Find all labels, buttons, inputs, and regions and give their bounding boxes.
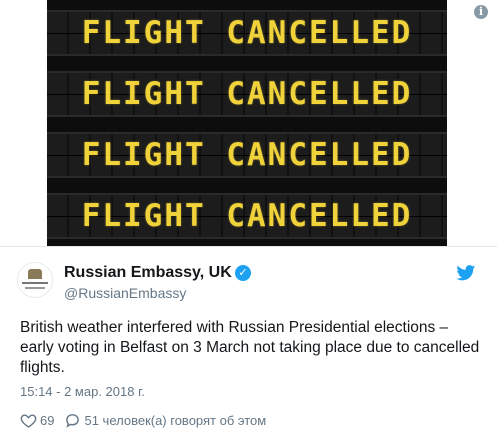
divider: [0, 246, 497, 247]
twitter-bird-icon[interactable]: [456, 265, 476, 281]
author-handle[interactable]: @RussianEmbassy: [64, 285, 186, 301]
likes-count: 69: [40, 413, 55, 428]
tweet-actions: 69 51 человек(а) говорят об этом: [20, 412, 276, 429]
avatar[interactable]: [17, 262, 53, 298]
info-icon[interactable]: i: [474, 5, 488, 19]
tweet-media-image[interactable]: FLIGHT CANCELLED FLIGHT CANCELLED FLIGHT…: [47, 0, 447, 246]
board-row-text: FLIGHT CANCELLED: [81, 15, 413, 51]
board-row-text: FLIGHT CANCELLED: [81, 198, 413, 234]
like-button[interactable]: 69: [20, 412, 54, 429]
board-row: FLIGHT CANCELLED: [47, 71, 447, 117]
board-row-text: FLIGHT CANCELLED: [81, 137, 413, 173]
board-row: FLIGHT CANCELLED: [47, 193, 447, 239]
speech-bubble-icon: [66, 414, 80, 428]
heart-icon: [20, 414, 37, 428]
tweet-timestamp[interactable]: 15:14 - 2 мар. 2018 г.: [20, 384, 145, 399]
author-display-name[interactable]: Russian Embassy, UK: [64, 264, 232, 282]
tweet-text: British weather interfered with Russian …: [20, 319, 480, 376]
replies-label: 51 человек(а) говорят об этом: [84, 413, 267, 428]
verified-badge-icon: ✓: [235, 265, 251, 281]
reply-button[interactable]: 51 человек(а) говорят об этом: [64, 412, 266, 429]
board-row-text: FLIGHT CANCELLED: [81, 76, 413, 112]
board-row: FLIGHT CANCELLED: [47, 132, 447, 178]
embassy-crest-logo: [28, 269, 42, 279]
board-row: FLIGHT CANCELLED: [47, 10, 447, 56]
